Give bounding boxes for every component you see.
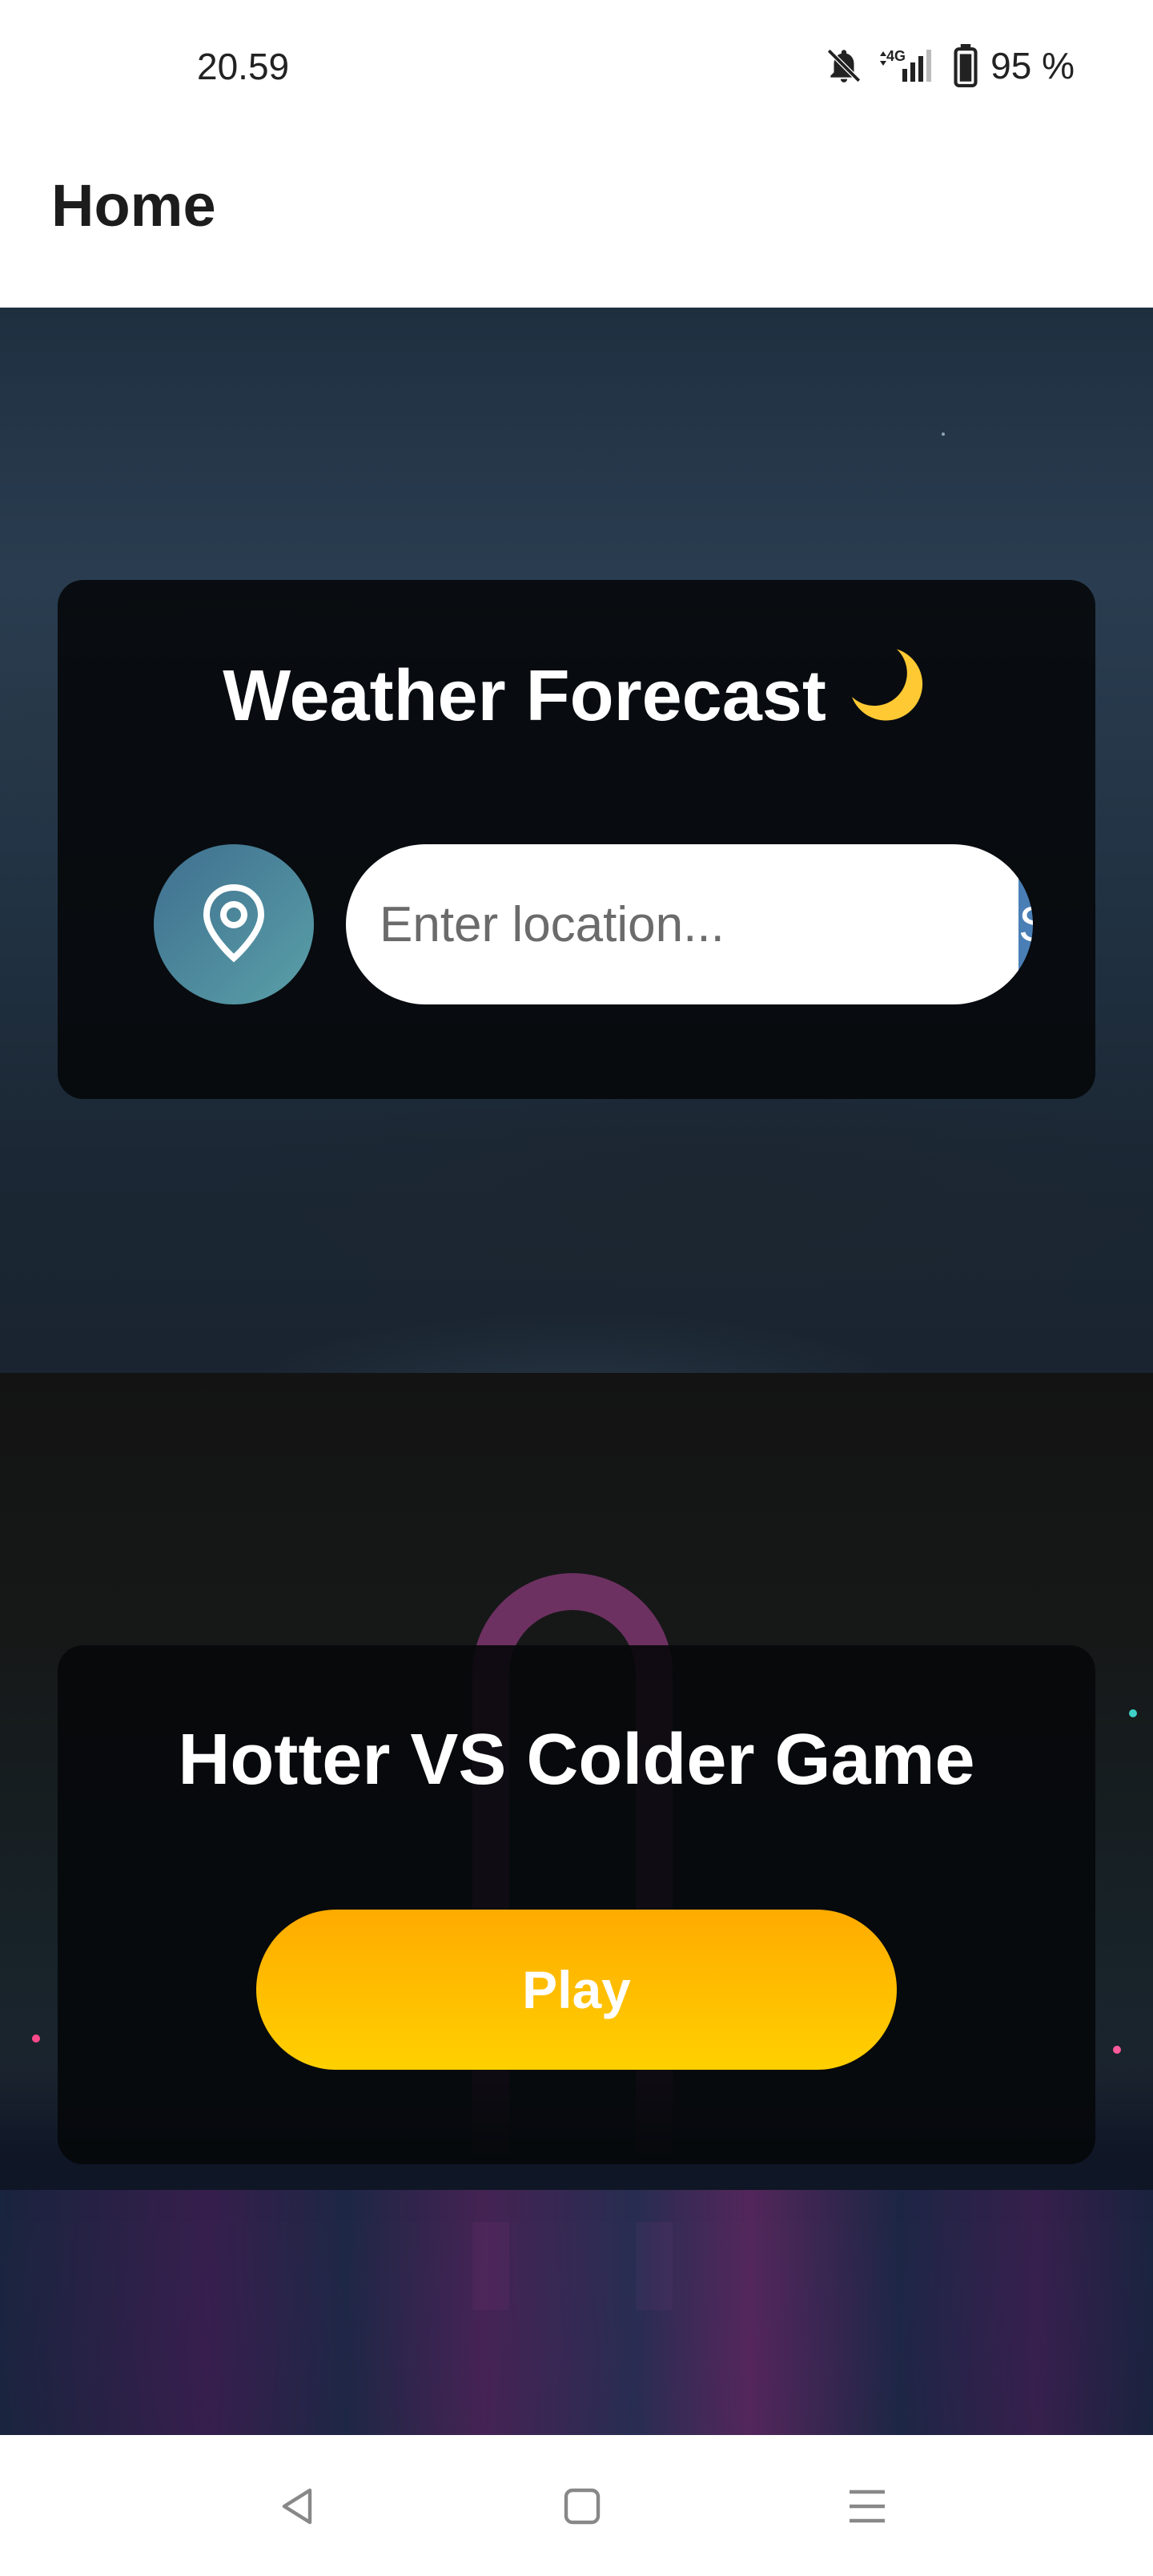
search-button[interactable]: Search: [1018, 844, 1033, 1004]
bell-muted-icon: [824, 46, 864, 86]
city-light: [32, 2035, 40, 2043]
svg-text:4G: 4G: [886, 48, 906, 64]
battery-percentage: 95 %: [990, 45, 1075, 87]
search-group: Search: [346, 844, 1033, 1004]
moon-icon: [841, 641, 930, 748]
game-title: Hotter VS Colder Game: [178, 1720, 975, 1800]
city-light: [1129, 1709, 1137, 1717]
status-time: 20.59: [197, 46, 290, 87]
location-button[interactable]: [154, 844, 314, 1004]
page-title: Home: [51, 172, 216, 239]
status-icons: 4G 95 %: [824, 42, 1075, 90]
back-icon[interactable]: [261, 2470, 333, 2542]
game-card: Hotter VS Colder Game Play: [58, 1645, 1095, 2164]
battery-icon: [954, 44, 978, 87]
game-section-background: Hotter VS Colder Game Play: [0, 1373, 1153, 2435]
location-search-input[interactable]: [346, 844, 1018, 1004]
weather-section-background: Weather Forecast Search: [0, 308, 1153, 1373]
star: [942, 433, 945, 436]
location-pin-icon: [200, 883, 267, 967]
app-bar: Home: [0, 133, 1153, 308]
menu-icon[interactable]: [831, 2470, 903, 2542]
home-icon[interactable]: [546, 2470, 618, 2542]
city-light: [1113, 2046, 1121, 2054]
system-nav-bar: [0, 2435, 1153, 2576]
status-bar: 20.59 4G 95 %: [0, 0, 1153, 133]
weather-title: Weather Forecast: [58, 649, 1095, 748]
background-water: [0, 2190, 1153, 2435]
weather-title-text: Weather Forecast: [223, 655, 826, 736]
play-button[interactable]: Play: [256, 1910, 897, 2070]
signal-4g-icon: 4G: [877, 46, 941, 86]
weather-card: Weather Forecast Search: [58, 580, 1095, 1099]
